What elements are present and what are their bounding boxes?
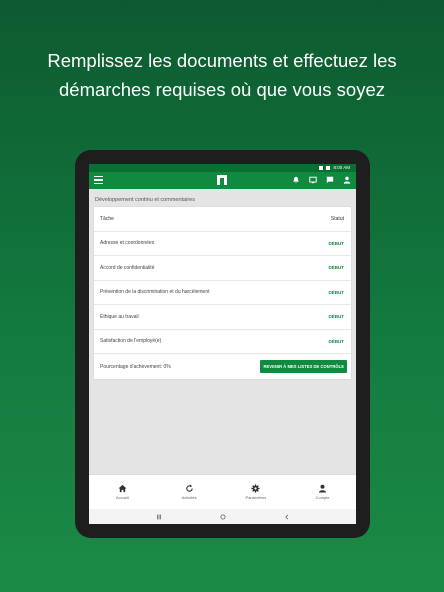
nav-item-settings[interactable]: Paramètres <box>231 484 281 500</box>
logo-icon <box>217 175 227 185</box>
message-icon[interactable] <box>326 176 334 184</box>
nav-label: Activités <box>181 495 197 500</box>
gear-icon <box>251 484 260 493</box>
page-title: Développement continu et commentaires <box>95 197 195 203</box>
column-header-task: Tâche <box>100 215 114 222</box>
column-header-status: Statut <box>330 215 344 222</box>
nav-label: Compte <box>315 495 330 500</box>
headline-line-1: Remplissez les documents et effectuez le… <box>47 50 397 71</box>
table-row[interactable]: Éthique au travail DÉBUT <box>94 305 351 330</box>
task-card: Tâche Statut Adresse et coordonnées DÉBU… <box>94 207 351 379</box>
person-icon <box>319 484 327 493</box>
table-row[interactable]: Adresse et coordonnées DÉBUT <box>94 232 351 256</box>
status-bar: 8:00 AM <box>89 164 356 172</box>
recents-icon[interactable] <box>156 514 162 520</box>
status-time: 8:00 AM <box>333 165 350 170</box>
app-bar <box>89 172 356 189</box>
battery-icon <box>326 166 331 170</box>
task-status-link[interactable]: DÉBUT <box>329 314 345 319</box>
tablet-screen: 8:00 AM Développement continu et comment… <box>89 164 356 524</box>
table-row[interactable]: Accord de confidentialité DÉBUT <box>94 256 351 281</box>
home-icon <box>118 484 127 493</box>
table-row[interactable]: Prévention de la discrimination et du ha… <box>94 281 351 305</box>
wifi-icon <box>319 166 324 170</box>
task-status-link[interactable]: DÉBUT <box>329 265 345 270</box>
task-name: Adresse et coordonnées <box>100 240 155 247</box>
person-icon[interactable] <box>343 176 351 184</box>
table-header: Tâche Statut <box>94 207 351 232</box>
task-status-link[interactable]: DÉBUT <box>329 241 345 246</box>
tablet-frame: 8:00 AM Développement continu et comment… <box>75 150 370 538</box>
back-to-checklists-button[interactable]: REVENIR À MES LISTES DE CONTRÔLE <box>260 360 347 373</box>
progress-footer: Pourcentage d'achèvement: 0% REVENIR À M… <box>94 354 351 379</box>
chat-icon[interactable] <box>309 176 317 184</box>
app-bar-actions <box>292 176 351 184</box>
nav-label: Paramètres <box>245 495 267 500</box>
home-button-icon[interactable] <box>220 514 226 520</box>
nav-item-account[interactable]: Compte <box>298 484 348 500</box>
marketing-headline: Remplissez les documents et effectuez le… <box>0 46 444 104</box>
table-row[interactable]: Satisfaction de l'employé(e) DÉBUT <box>94 330 351 354</box>
menu-icon[interactable] <box>94 176 103 184</box>
task-name: Satisfaction de l'employé(e) <box>100 338 162 345</box>
task-status-link[interactable]: DÉBUT <box>329 339 345 344</box>
back-icon[interactable] <box>284 514 290 520</box>
headline-line-2: démarches requises où que vous soyez <box>59 79 385 100</box>
bottom-navigation: Accueil Activités Paramètres Compte <box>89 474 356 509</box>
bell-icon[interactable] <box>292 176 300 184</box>
task-name: Éthique au travail <box>100 313 139 320</box>
task-name: Prévention de la discrimination et du ha… <box>100 289 210 296</box>
task-name: Accord de confidentialité <box>100 264 155 271</box>
progress-label: Pourcentage d'achèvement: 0% <box>100 363 171 370</box>
nav-item-home[interactable]: Accueil <box>97 484 147 500</box>
nav-label: Accueil <box>115 495 129 500</box>
system-navigation <box>89 509 356 524</box>
task-status-link[interactable]: DÉBUT <box>329 290 345 295</box>
nav-item-activities[interactable]: Activités <box>164 484 214 500</box>
refresh-icon <box>185 484 193 492</box>
